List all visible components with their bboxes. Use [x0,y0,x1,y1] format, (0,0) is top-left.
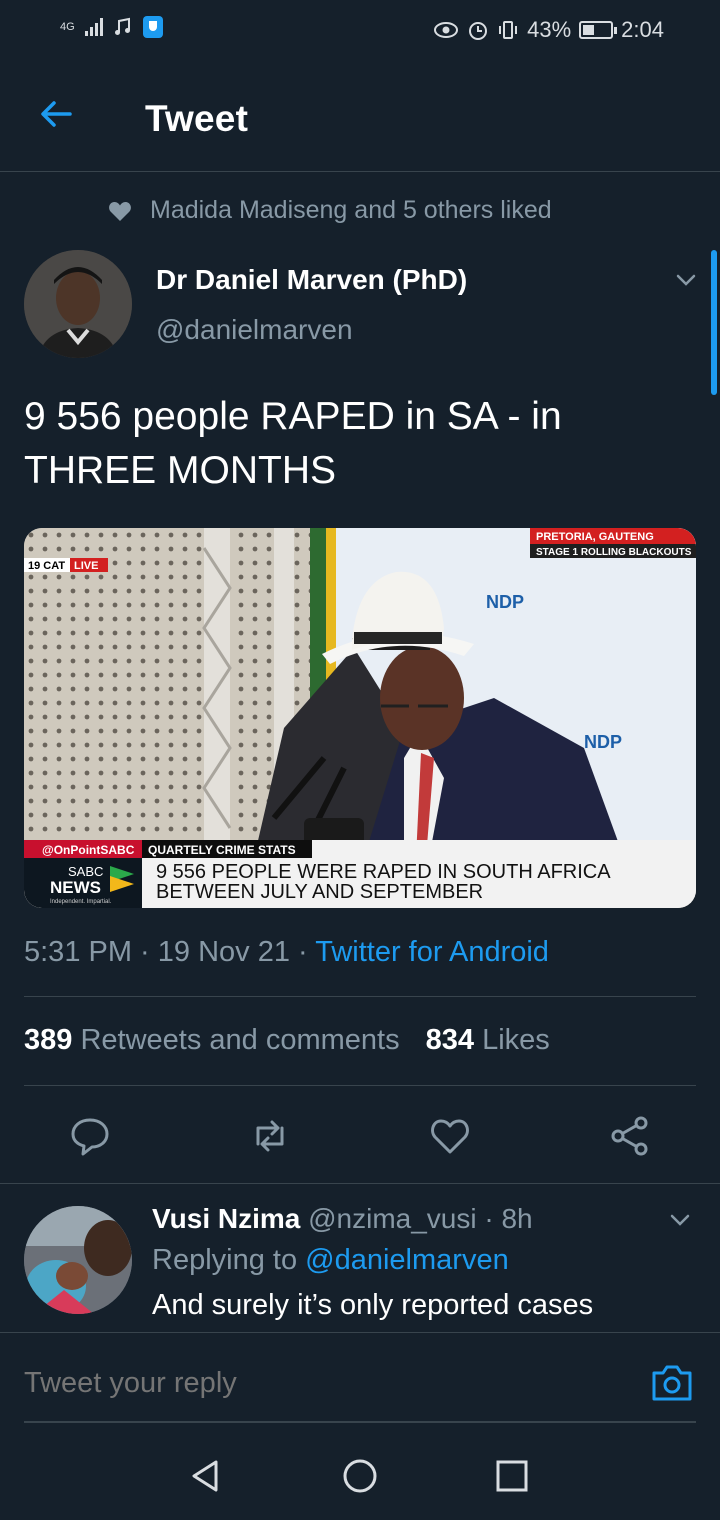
alert-banner: STAGE 1 ROLLING BLACKOUTS [536,547,692,558]
retweet-icon[interactable] [248,1114,292,1158]
likes-count: 834 [425,1024,474,1056]
heart-icon [109,201,131,221]
social-context-text: Madida Madiseng and 5 others liked [150,196,552,224]
camera-icon[interactable] [650,1361,694,1403]
vibrate-icon [499,21,518,39]
headline-line2: BETWEEN JULY AND SEPTEMBER [156,881,483,903]
timestamp: 5:31 PM · 19 Nov 21 · [24,936,316,968]
reply-author-name: Vusi Nzima [152,1203,301,1234]
brand-top: SABC [68,864,103,879]
author-handle[interactable]: @danielmarven [156,314,353,346]
battery-percent: 43% [527,17,572,42]
tweet-source-link[interactable]: Twitter for Android [315,936,549,968]
scrollbar[interactable] [711,250,717,395]
retweets-count: 389 [24,1024,73,1056]
nav-recents-icon[interactable] [494,1458,530,1494]
signal-icon [84,18,103,36]
headline-line1: 9 556 PEOPLE WERE RAPED IN SOUTH AFRICA [156,861,611,883]
author-name[interactable]: Dr Daniel Marven (PhD) [156,264,467,296]
reply-text: And surely it’s only reported cases [152,1289,594,1321]
divider [24,996,696,997]
replying-to: Replying to @danielmarven [152,1244,509,1277]
nav-back-icon[interactable] [188,1458,224,1494]
status-bar: 4G 43% 2:04 [0,0,720,60]
channel-code: 19 CAT [28,560,65,572]
reply-avatar-image [24,1206,132,1314]
retweets-stat[interactable]: 389 Retweets and comments [24,1024,400,1057]
location-banner: PRETORIA, GAUTENG [536,531,654,543]
chevron-down-icon[interactable] [674,268,698,292]
app-header: Tweet [0,60,720,172]
reply-handle-time: @nzima_vusi · 8h [308,1203,533,1234]
social-context[interactable]: Madida Madiseng and 5 others liked [108,196,552,225]
status-right: 43% 2:04 [433,17,664,43]
likes-label: Likes [482,1024,550,1056]
avatar-image [24,250,132,358]
battery-icon [579,21,618,39]
share-icon[interactable] [608,1114,652,1158]
music-icon [114,17,130,35]
shield-icon [142,16,163,38]
divider [0,1183,720,1184]
news-broadcast-image: NDP NDP 19 CAT LIVE PRETORIA, GAUTENG ST… [24,528,696,908]
reply-input[interactable] [24,1367,584,1400]
tweet-actions [0,1106,720,1166]
live-badge: LIVE [74,560,98,572]
page-title: Tweet [145,98,249,139]
reply-icon[interactable] [68,1114,112,1158]
tweet-media[interactable]: NDP NDP 19 CAT LIVE PRETORIA, GAUTENG ST… [24,528,696,908]
battery-fill [583,25,595,35]
divider [24,1085,696,1086]
backdrop-logo: NDP [486,592,524,612]
likes-stat[interactable]: 834 Likes [426,1024,550,1057]
retweets-label: Retweets and comments [80,1024,400,1056]
eye-icon [434,22,459,38]
network-type: 4G [60,20,75,33]
replying-handle-link[interactable]: @danielmarven [305,1244,509,1276]
brand-bottom: NEWS [50,878,101,897]
tweet-meta: 5:31 PM · 19 Nov 21 · Twitter for Androi… [24,936,549,969]
reply-composer [0,1332,720,1432]
broadcast-handle: @OnPointSABC [42,843,135,857]
system-nav-bar [0,1432,720,1520]
tweet-text: 9 556 people RAPED in SA - in THREE MONT… [24,395,562,492]
like-icon[interactable] [428,1114,472,1158]
clock: 2:04 [621,17,664,42]
reply-header[interactable]: Vusi Nzima @nzima_vusi · 8h [152,1203,533,1235]
status-left: 4G [60,16,163,38]
brand-tagline: Independent. Impartial. [50,899,112,905]
backdrop-logo-2: NDP [584,732,622,752]
replying-prefix: Replying to [152,1244,298,1276]
composer-underline [24,1421,696,1423]
segment-label: QUARTELY CRIME STATS [148,843,296,857]
nav-home-icon[interactable] [342,1458,378,1494]
tweet-stats: 389 Retweets and comments 834 Likes [24,1024,550,1057]
back-arrow-icon[interactable] [36,94,76,134]
author-avatar[interactable] [24,250,132,358]
chevron-down-icon[interactable] [668,1208,692,1232]
reply-avatar[interactable] [24,1206,132,1314]
alarm-icon [469,22,488,40]
